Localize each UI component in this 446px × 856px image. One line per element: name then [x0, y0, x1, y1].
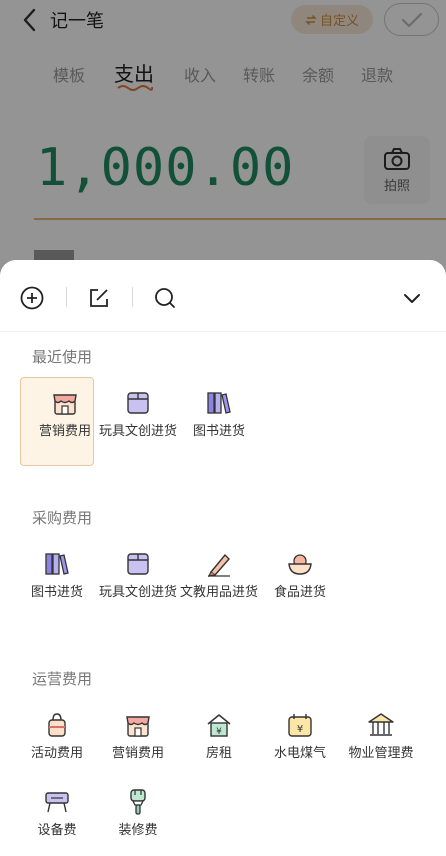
plus-circle-icon — [20, 286, 44, 310]
category-label: 食品进货 — [273, 585, 326, 600]
books-icon — [207, 392, 231, 414]
category-label: 设备费 — [37, 823, 77, 838]
house-yuan-icon: ¥ — [207, 714, 231, 737]
toolbar-divider — [66, 287, 67, 307]
search-category-button[interactable] — [152, 285, 178, 311]
category-label: 物业管理费 — [348, 746, 414, 761]
search-icon — [155, 288, 175, 308]
edit-icon — [90, 289, 108, 307]
edit-category-button[interactable] — [86, 285, 112, 311]
toy-box-icon — [127, 392, 149, 414]
pen-icon — [207, 553, 230, 577]
category-label: 营销费用 — [111, 746, 164, 761]
category-label: 房租 — [205, 746, 232, 761]
category-label: 文教用品进货 — [179, 585, 258, 600]
toolbar-divider — [132, 287, 133, 307]
sheet-toolbar — [0, 260, 446, 332]
category-label: 玩具文创进货 — [98, 585, 177, 600]
books-icon — [45, 553, 69, 575]
category-label: 水电煤气 — [273, 746, 326, 761]
section-title-purchase: 采购费用 — [32, 509, 93, 527]
device-icon — [45, 792, 69, 813]
shop-icon — [53, 394, 77, 415]
svg-text:¥: ¥ — [297, 724, 303, 735]
shop-icon — [126, 716, 150, 737]
collapse-sheet-button[interactable] — [399, 285, 425, 311]
paint-brush-icon — [130, 789, 146, 815]
food-bowl-icon — [288, 554, 312, 575]
category-label: 图书进货 — [30, 585, 83, 600]
toy-box-icon — [127, 553, 149, 575]
category-label: 玩具文创进货 — [98, 424, 177, 439]
utility-icon: ¥ — [288, 714, 312, 737]
chevron-down-icon — [404, 294, 420, 303]
building-icon — [368, 713, 394, 736]
category-label: 装修费 — [118, 823, 158, 838]
category-sheet: 最近使用 营销费用 玩具文创进货 图书进货 采购费用 图书进货 玩具文创进货 文… — [0, 260, 446, 856]
category-label: 图书进货 — [192, 424, 245, 439]
category-label: 活动费用 — [30, 746, 83, 761]
section-title-operation: 运营费用 — [32, 670, 93, 688]
add-category-button[interactable] — [19, 285, 45, 311]
section-title-recent: 最近使用 — [32, 348, 93, 366]
svg-text:¥: ¥ — [216, 727, 222, 737]
gift-bag-icon — [48, 713, 66, 737]
